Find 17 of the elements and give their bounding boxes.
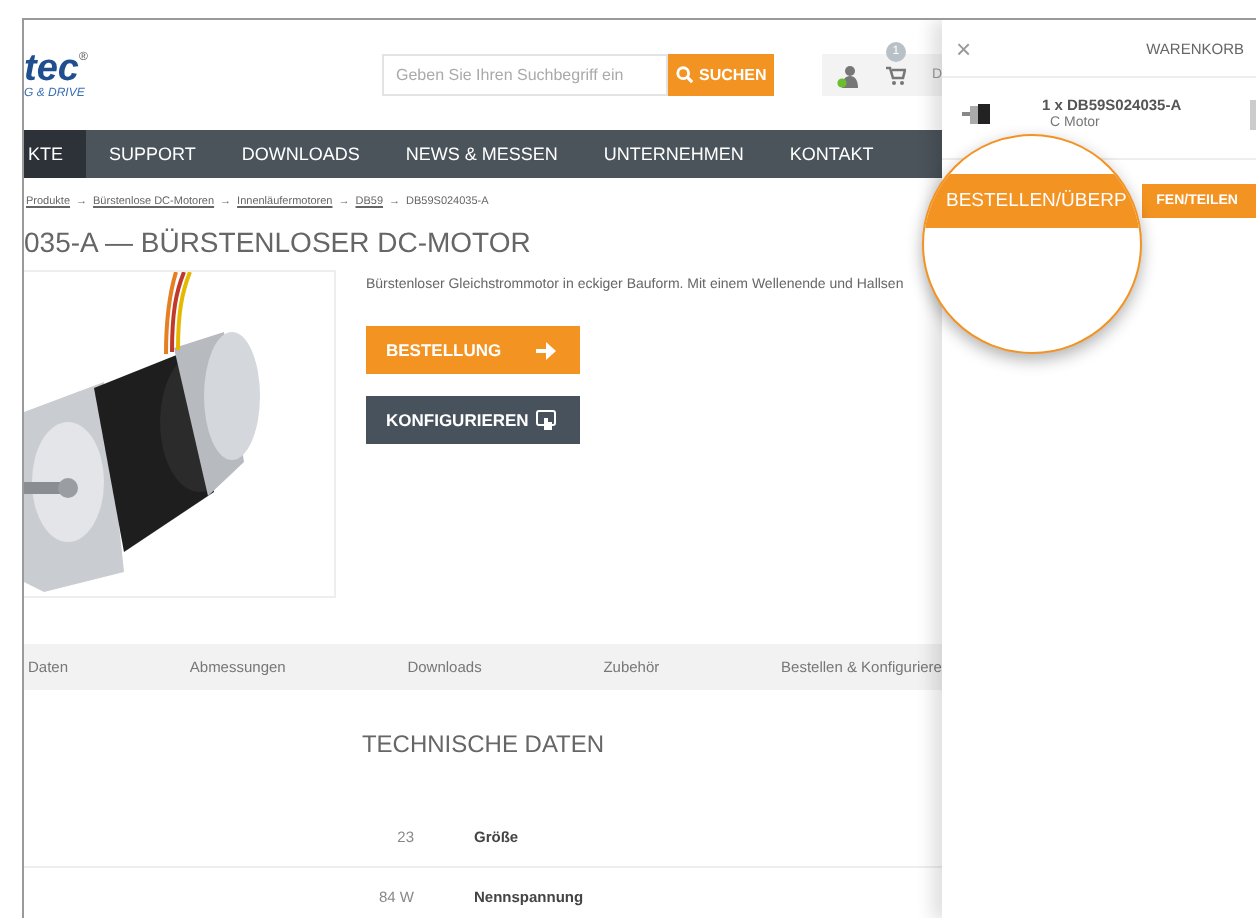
search-field[interactable]: Geben Sie Ihren Suchbegriff ein bbox=[382, 54, 668, 96]
nav-item[interactable]: NEWS & MESSEN bbox=[383, 130, 580, 178]
cart-icon[interactable] bbox=[885, 65, 906, 85]
logo-text[interactable]: tec bbox=[24, 51, 79, 87]
configure-button[interactable]: KONFIGURIEREN bbox=[366, 396, 580, 444]
nav-item[interactable]: UNTERNEHMEN bbox=[581, 130, 766, 178]
nav-item[interactable]: SUPPORT bbox=[87, 130, 218, 178]
nav-item[interactable]: KTE bbox=[24, 130, 86, 178]
product-title: 035-A — BÜRSTENLOSER DC-MOTOR bbox=[24, 226, 533, 258]
nav-item[interactable]: KONTAKT bbox=[767, 130, 896, 178]
scrollbar[interactable] bbox=[1250, 100, 1256, 130]
motor-thumbnail-icon bbox=[962, 102, 990, 126]
search-icon bbox=[675, 66, 693, 84]
section-heading: TECHNISCHE DATEN bbox=[359, 730, 607, 758]
user-icon[interactable] bbox=[835, 63, 860, 87]
arrow-right-icon bbox=[536, 341, 556, 359]
nav-item[interactable]: DOWNLOADS bbox=[219, 130, 382, 178]
